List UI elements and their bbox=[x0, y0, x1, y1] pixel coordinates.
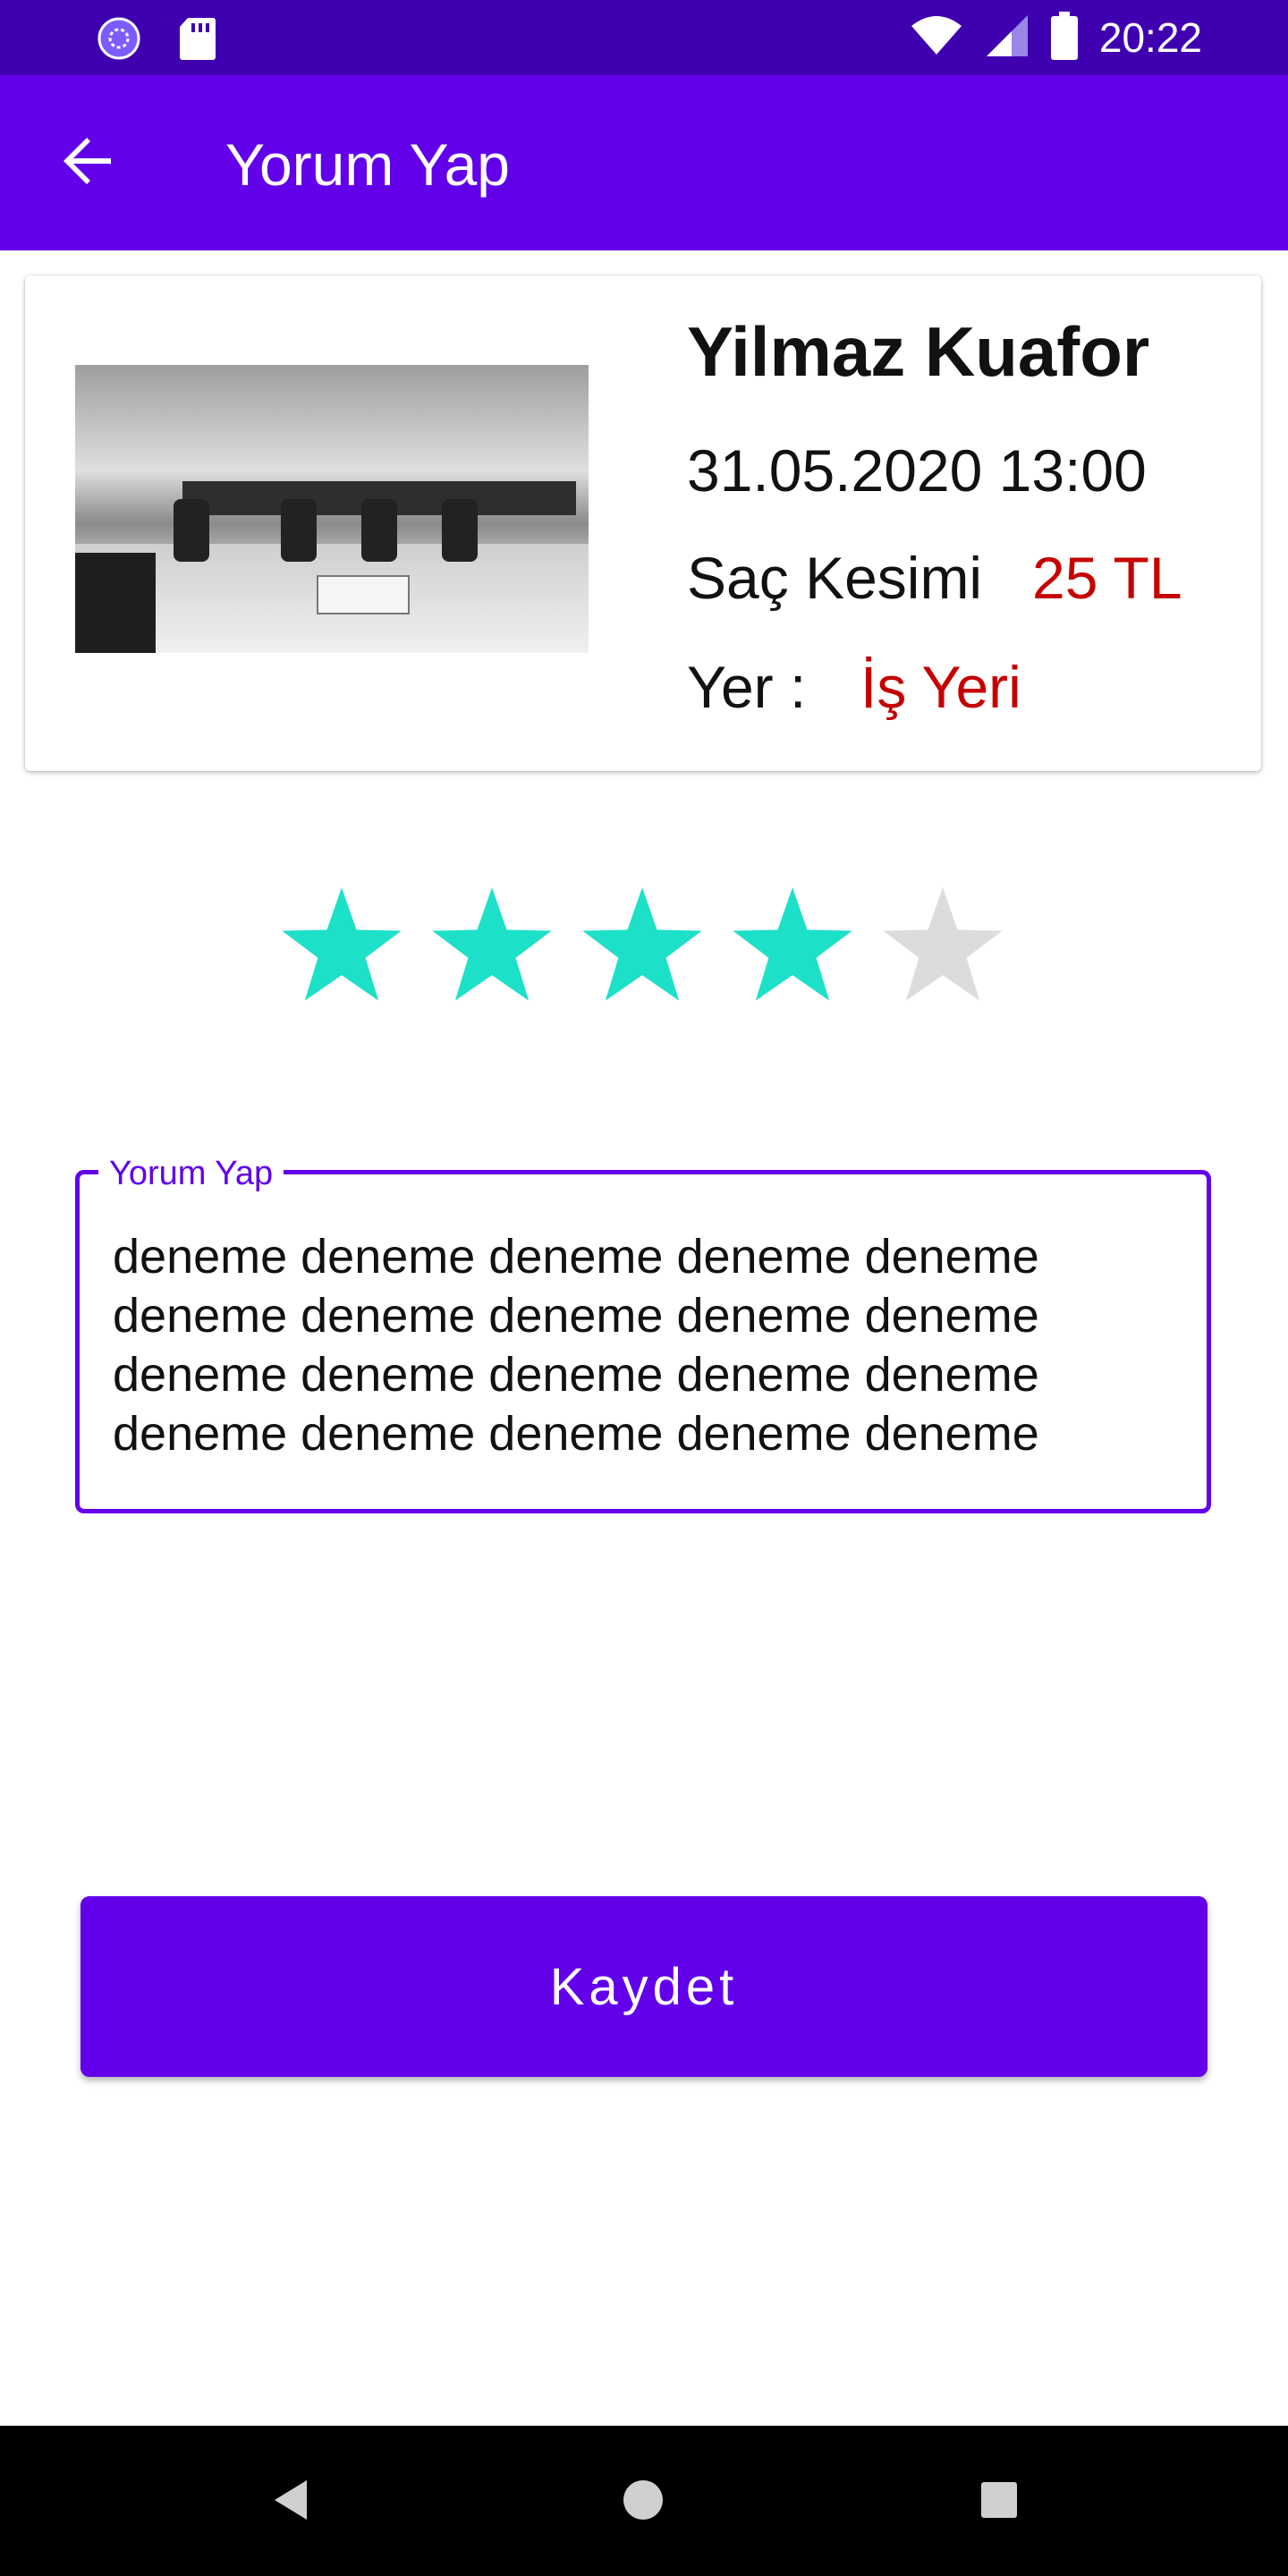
place-label: Yer : bbox=[687, 654, 807, 720]
page-title: Yorum Yap bbox=[225, 131, 511, 198]
back-triangle-icon bbox=[271, 2479, 310, 2526]
rating-star-3-icon[interactable] bbox=[580, 884, 705, 1009]
app-notification-icon bbox=[97, 16, 141, 65]
rating-bar[interactable] bbox=[279, 884, 1005, 1009]
status-right-icons: 20:22 bbox=[910, 11, 1202, 64]
nav-recents-button[interactable] bbox=[968, 2470, 1030, 2533]
appointment-card: Yilmaz Kuafor 31.05.2020 13:00 Saç Kesim… bbox=[25, 275, 1261, 771]
salon-photo bbox=[75, 365, 589, 653]
recents-square-icon bbox=[980, 2481, 1018, 2523]
service-name: Saç Kesimi bbox=[687, 545, 983, 611]
appointment-datetime: 31.05.2020 13:00 bbox=[687, 437, 1147, 504]
service-price: 25 TL bbox=[1032, 545, 1182, 611]
rating-star-1-icon[interactable] bbox=[279, 884, 404, 1009]
status-bar: 20:22 bbox=[0, 0, 1288, 75]
nav-back-button[interactable] bbox=[259, 2470, 322, 2533]
rating-star-2-icon[interactable] bbox=[429, 884, 555, 1009]
status-left-icons bbox=[97, 16, 216, 65]
save-button[interactable]: Kaydet bbox=[80, 1896, 1208, 2077]
rating-star-5-icon[interactable] bbox=[880, 884, 1005, 1009]
system-nav-bar bbox=[0, 2426, 1288, 2576]
comment-input-text[interactable]: deneme deneme deneme deneme deneme denem… bbox=[113, 1227, 1168, 1463]
arrow-back-icon bbox=[61, 134, 114, 192]
save-button-label: Kaydet bbox=[549, 1957, 739, 2016]
battery-icon bbox=[1050, 11, 1078, 64]
sd-card-icon bbox=[179, 16, 216, 65]
nav-home-button[interactable] bbox=[612, 2470, 674, 2533]
salon-name: Yilmaz Kuafor bbox=[687, 312, 1150, 391]
wifi-icon bbox=[910, 13, 963, 63]
comment-input-label: Yorum Yap bbox=[98, 1154, 284, 1193]
status-time: 20:22 bbox=[1098, 14, 1202, 61]
app-bar: Yorum Yap bbox=[0, 75, 1288, 250]
place-value: İş Yeri bbox=[860, 654, 1021, 720]
home-circle-icon bbox=[622, 2479, 665, 2526]
rating-star-4-icon[interactable] bbox=[730, 884, 855, 1009]
back-button[interactable] bbox=[50, 125, 125, 200]
signal-icon bbox=[985, 13, 1030, 63]
